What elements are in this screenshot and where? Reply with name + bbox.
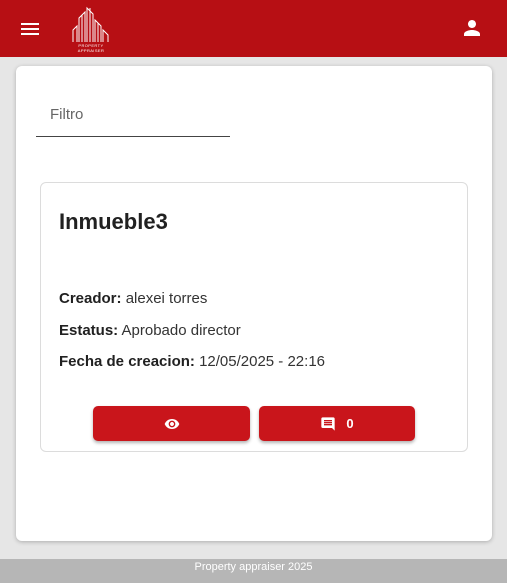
property-card: Inmueble3 Creador: alexei torres Estatus… — [40, 182, 468, 452]
status-row: Estatus: Aprobado director — [59, 322, 241, 339]
comments-button[interactable]: 0 — [259, 406, 415, 441]
comment-icon — [321, 416, 336, 431]
eye-icon — [164, 418, 179, 429]
footer: Property appraiser 2025 — [0, 559, 507, 583]
status-value: Aprobado director — [121, 322, 241, 339]
status-label: Estatus: — [59, 322, 119, 339]
creator-value: alexei torres — [125, 290, 208, 307]
menu-icon — [21, 23, 39, 35]
logo-text: PROPERTY APPRAISER — [77, 43, 105, 53]
date-row: Fecha de creacion: 12/05/2025 - 22:16 — [59, 353, 325, 370]
account-button[interactable] — [460, 16, 484, 40]
creator-label: Creador: — [59, 290, 122, 307]
filter-field — [36, 94, 230, 137]
view-button[interactable] — [93, 406, 250, 441]
property-title: Inmueble3 — [59, 209, 168, 234]
creator-row: Creador: alexei torres — [59, 290, 207, 307]
date-value: 12/05/2025 - 22:16 — [199, 353, 326, 370]
date-label: Fecha de creacion: — [59, 353, 195, 370]
person-icon — [464, 20, 480, 36]
comments-count: 0 — [346, 416, 354, 431]
content-panel: Inmueble3 Creador: alexei torres Estatus… — [16, 66, 492, 541]
top-app-bar: PROPERTY APPRAISER — [0, 0, 507, 57]
filter-input[interactable] — [36, 94, 230, 134]
menu-button[interactable] — [18, 17, 42, 41]
